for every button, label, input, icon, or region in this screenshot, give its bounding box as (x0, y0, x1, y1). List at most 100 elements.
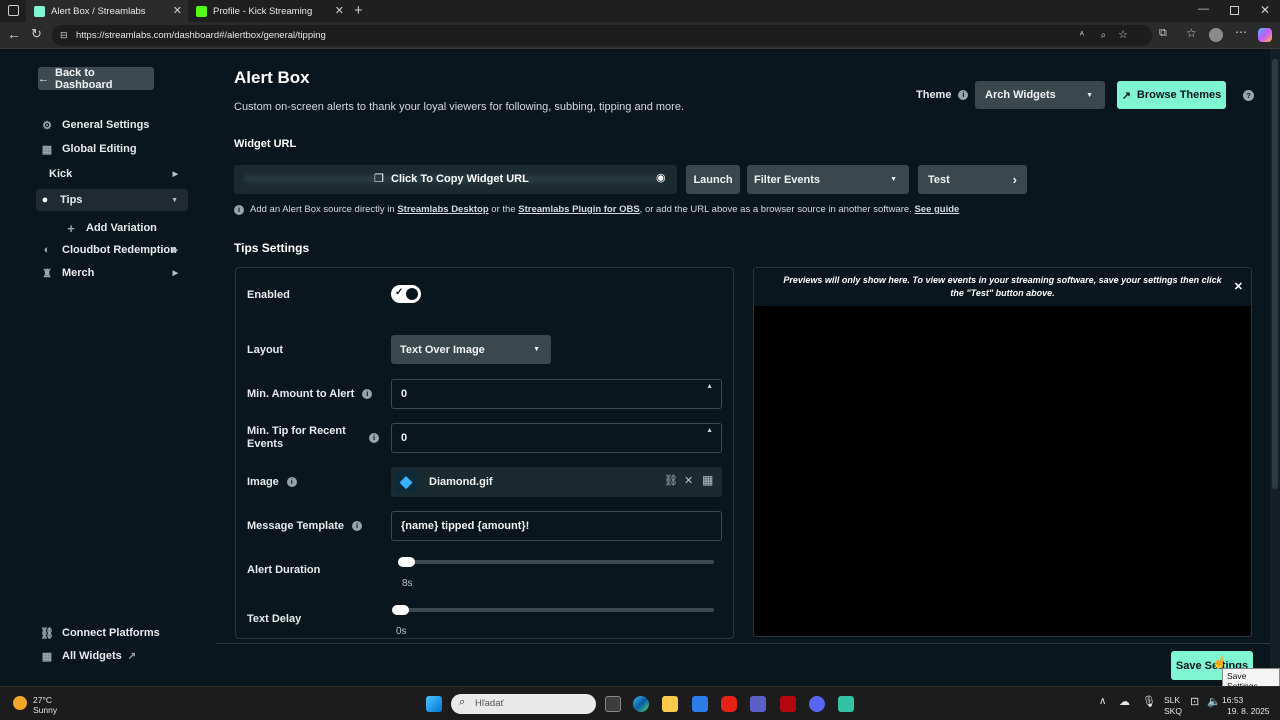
taskbar-search[interactable]: ⌕ Hľadať (451, 694, 596, 714)
info-icon[interactable]: i (369, 433, 379, 443)
back-arrow-icon[interactable]: ← (7, 26, 21, 42)
preview-note: Previews will only show here. To view ev… (754, 268, 1251, 306)
youtube-icon[interactable] (721, 696, 737, 712)
copy-widget-url-label: Click To Copy Widget URL (391, 173, 529, 185)
help-icon[interactable]: ? (1243, 90, 1254, 101)
link-icon[interactable]: ⛓ (664, 474, 678, 487)
discord-icon[interactable] (809, 696, 825, 712)
weather-sun-icon[interactable] (13, 696, 27, 710)
more-menu-icon[interactable]: ⋯ (1235, 25, 1247, 39)
site-info-icon[interactable]: ⊟ (60, 25, 68, 46)
test-button[interactable]: Test › (918, 165, 1027, 194)
copilot-icon[interactable] (1258, 28, 1272, 42)
remove-icon[interactable]: ✕ (684, 474, 693, 487)
zoom-icon[interactable]: ⌕ (1101, 25, 1106, 46)
image-picker[interactable]: ◆ Diamond.gif ⛓ ✕ ▦ (391, 467, 722, 497)
stepper-up-icon[interactable]: ▲ (706, 427, 713, 434)
filter-events-select[interactable]: Filter Events ▼ (747, 165, 909, 194)
store-icon[interactable] (692, 696, 708, 712)
close-icon[interactable]: ✕ (335, 4, 344, 17)
tab-alert-box[interactable]: Alert Box / Streamlabs ✕ (26, 0, 188, 22)
onedrive-icon[interactable]: ☁ (1119, 695, 1130, 708)
weather-temp: 27°C (33, 695, 52, 705)
extensions-icon[interactable]: ⧉ (1159, 27, 1167, 40)
language-top[interactable]: SLK (1164, 695, 1180, 705)
sidebar-item-label: Connect Platforms (62, 627, 160, 639)
file-explorer-icon[interactable] (662, 696, 678, 712)
min-amount-input[interactable]: 0 ▲ (391, 379, 722, 409)
search-placeholder: Hľadať (475, 698, 505, 709)
reload-icon[interactable]: ↻ (31, 26, 42, 42)
stepper-up-icon[interactable]: ▲ (706, 383, 713, 390)
sidebar-item-general-settings[interactable]: ⚙ General Settings (38, 114, 188, 136)
obs-plugin-link[interactable]: Streamlabs Plugin for OBS (518, 204, 639, 215)
close-icon[interactable]: ✕ (173, 4, 182, 17)
microphone-icon[interactable]: 🎙 (1142, 695, 1156, 708)
teams-icon[interactable] (750, 696, 766, 712)
info-icon[interactable]: i (352, 521, 363, 531)
read-aloud-icon[interactable]: ᴬ (1080, 25, 1084, 46)
favorites-icon[interactable]: ☆ (1186, 26, 1197, 40)
clock-time[interactable]: 16:53 (1222, 695, 1243, 705)
streamlabs-icon[interactable] (838, 696, 854, 712)
language-bottom[interactable]: SKQ (1164, 706, 1182, 716)
text-delay-handle[interactable] (392, 605, 409, 615)
close-preview-icon[interactable]: ✕ (1234, 280, 1243, 293)
gallery-grid-icon[interactable]: ▦ (702, 473, 713, 487)
new-tab-icon[interactable]: + (354, 2, 363, 19)
profile-avatar[interactable] (1209, 28, 1223, 42)
widget-url-title: Widget URL (234, 138, 297, 150)
enabled-toggle[interactable]: ✓ (391, 285, 421, 303)
tray-overflow-icon[interactable]: ∧ (1099, 696, 1106, 707)
volume-icon[interactable]: 🔈 (1207, 695, 1221, 708)
external-link-icon: ↗ (1121, 89, 1131, 102)
alert-duration-slider[interactable] (398, 560, 714, 564)
scrollbar[interactable] (1270, 49, 1280, 686)
see-guide-link[interactable]: See guide (914, 204, 959, 215)
minimize-icon[interactable]: — (1198, 3, 1209, 15)
alert-duration-handle[interactable] (398, 557, 415, 567)
info-icon[interactable]: i (958, 90, 969, 100)
caret-down-icon: ▼ (171, 196, 178, 204)
browse-themes-button[interactable]: ↗ Browse Themes (1117, 81, 1226, 109)
tab-kick-profile[interactable]: Profile - Kick Streaming ✕ (188, 0, 350, 22)
min-amount-label: Min. Amount to Alert i (247, 388, 373, 400)
sidebar-item-global-editing[interactable]: ▦ Global Editing (38, 138, 188, 160)
tab-actions-icon[interactable] (8, 5, 19, 16)
sidebar-item-connect-platforms[interactable]: ⛓ Connect Platforms (38, 622, 188, 644)
caret-right-icon: ▶ (172, 171, 178, 178)
message-template-input[interactable]: {name} tipped {amount}! (391, 511, 722, 541)
sidebar-item-all-widgets[interactable]: ▦ All Widgets ↗ (38, 645, 188, 667)
window-close-icon[interactable]: ✕ (1260, 3, 1270, 17)
streamlabs-desktop-link[interactable]: Streamlabs Desktop (397, 204, 488, 215)
scrollbar-thumb[interactable] (1272, 59, 1278, 489)
sidebar-item-merch[interactable]: ♜ Merch ▶ (38, 262, 188, 284)
restore-icon[interactable] (1230, 6, 1239, 15)
widget-url-field[interactable]: ❐ Click To Copy Widget URL ◉ (234, 165, 677, 194)
clock-date[interactable]: 19. 8. 2025 (1227, 706, 1270, 716)
favorite-star-icon[interactable]: ☆ (1118, 25, 1128, 46)
layout-select[interactable]: Text Over Image ▼ (391, 335, 551, 364)
address-input[interactable]: ⊟ https://streamlabs.com/dashboard#/aler… (52, 25, 1152, 46)
netflix-icon[interactable] (780, 696, 796, 712)
theme-select[interactable]: Arch Widgets ▼ (975, 81, 1105, 109)
info-icon[interactable]: i (362, 389, 373, 399)
caret-down-icon: ▼ (890, 176, 897, 183)
network-icon[interactable]: ⊡ (1190, 695, 1199, 708)
eye-icon[interactable]: ◉ (656, 171, 666, 184)
back-to-dashboard-button[interactable]: ← Back to Dashboard (38, 67, 154, 91)
widget-url-hint: i Add an Alert Box source directly in St… (234, 204, 959, 215)
start-icon[interactable] (426, 696, 442, 712)
launch-button[interactable]: Launch (686, 165, 740, 194)
chevron-right-icon: › (1012, 172, 1017, 187)
sidebar-item-tips[interactable]: ● Tips ▼ (36, 189, 188, 211)
edge-icon[interactable] (633, 696, 649, 712)
sidebar-item-cloudbot-redemption[interactable]: ◐ Cloudbot Redemption ▶ (38, 239, 188, 261)
task-view-icon[interactable] (605, 696, 621, 712)
sidebar-item-kick[interactable]: Kick ▶ (44, 163, 188, 185)
text-delay-slider[interactable] (392, 608, 714, 612)
sidebar-item-add-variation[interactable]: + Add Variation (62, 217, 188, 239)
min-tip-input[interactable]: 0 ▲ (391, 423, 722, 453)
info-icon[interactable]: i (286, 477, 297, 487)
image-label: Image i (247, 476, 297, 488)
